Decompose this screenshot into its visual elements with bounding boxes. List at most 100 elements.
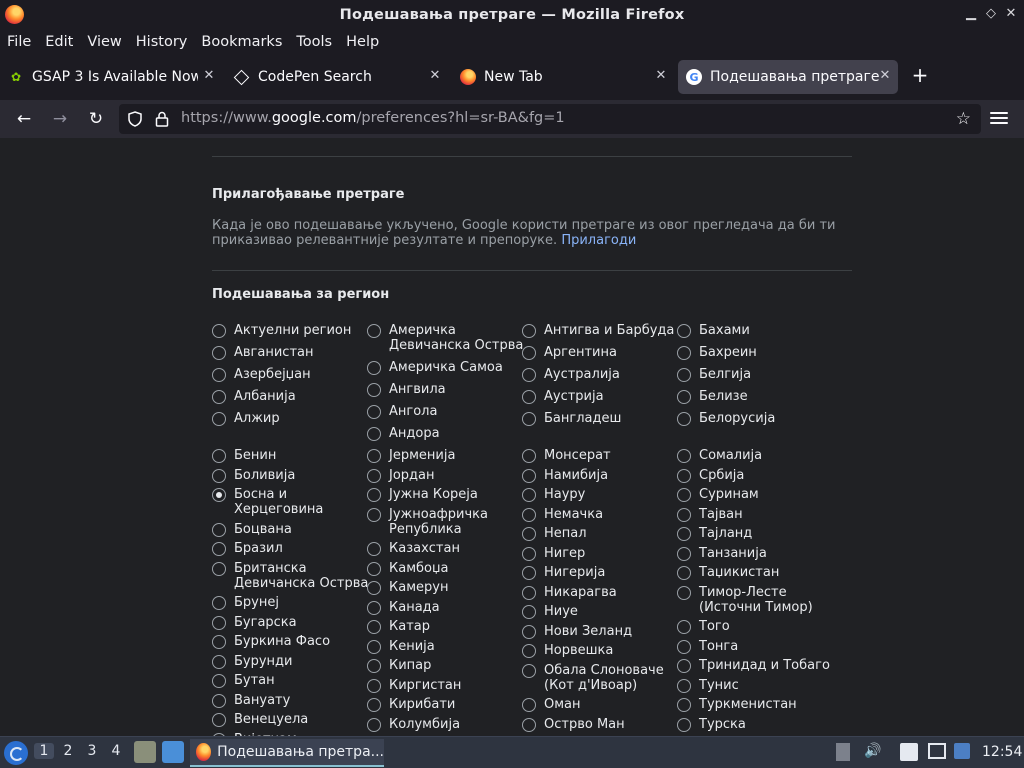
radio-button[interactable] (212, 674, 226, 688)
radio-button[interactable] (212, 449, 226, 463)
region-option[interactable]: Тајланд (677, 526, 752, 541)
reload-button[interactable]: ↻ (85, 108, 107, 130)
workspace-1[interactable]: 1 (34, 743, 54, 759)
region-option[interactable]: Монсерат (522, 448, 611, 463)
region-option[interactable]: Бразил (212, 541, 283, 556)
menu-history[interactable]: History (136, 34, 188, 50)
region-option[interactable]: Колумбија (367, 717, 460, 732)
region-option[interactable]: Албанија (212, 389, 296, 404)
radio-button[interactable] (212, 390, 226, 404)
region-option[interactable]: Боливија (212, 468, 295, 483)
radio-button[interactable] (212, 615, 226, 630)
radio-button[interactable] (677, 678, 691, 693)
region-option[interactable]: Суринам (677, 487, 759, 502)
radio-button[interactable] (677, 390, 691, 404)
radio-button[interactable] (367, 698, 381, 712)
region-option[interactable]: Турска (677, 717, 746, 732)
radio-button[interactable] (677, 468, 691, 483)
region-option[interactable]: Тимор-Лесте (Источни Тимор) (677, 585, 813, 615)
region-option[interactable]: Науру (522, 487, 585, 502)
region-option[interactable]: Авганистан (212, 345, 314, 360)
region-option[interactable]: Бугарска (212, 615, 297, 630)
radio-button[interactable] (677, 324, 691, 338)
region-option[interactable]: Аустралија (522, 367, 620, 382)
radio-button[interactable] (522, 449, 536, 463)
radio-button[interactable] (522, 324, 536, 338)
radio-button[interactable] (367, 488, 381, 502)
region-option[interactable]: Казахстан (367, 541, 460, 556)
region-option[interactable]: Камерун (367, 580, 448, 595)
radio-button[interactable] (677, 639, 691, 654)
region-option[interactable]: Азербејџан (212, 367, 311, 382)
tab-new-tab[interactable]: New Tab ✕ (452, 60, 674, 94)
region-option[interactable]: Буркина Фасо (212, 634, 330, 649)
radio-button[interactable] (212, 488, 226, 502)
region-option[interactable]: Јордан (367, 468, 435, 483)
hamburger-menu-icon[interactable] (990, 109, 1008, 129)
radio-button[interactable] (367, 561, 381, 576)
display-tray-icon[interactable] (928, 743, 946, 759)
menu-bookmarks[interactable]: Bookmarks (201, 34, 282, 50)
region-option[interactable]: Никарагва (522, 585, 617, 600)
region-option[interactable]: Бахами (677, 323, 750, 338)
radio-button[interactable] (212, 561, 226, 576)
region-option[interactable]: Боцвана (212, 522, 292, 537)
menu-edit[interactable]: Edit (45, 34, 73, 50)
radio-button[interactable] (522, 644, 536, 658)
menu-help[interactable]: Help (346, 34, 379, 50)
radio-button[interactable] (677, 488, 691, 502)
region-option[interactable]: Бангладеш (522, 411, 621, 426)
radio-button[interactable] (522, 488, 536, 502)
region-option[interactable]: Таџикистан (677, 565, 779, 580)
url-text[interactable]: https://www.google.com/preferences?hl=sr… (181, 110, 565, 126)
radio-button[interactable] (212, 542, 226, 556)
region-option[interactable]: Босна и Херцеговина (212, 487, 323, 517)
radio-button[interactable] (367, 600, 381, 615)
radio-button[interactable] (677, 566, 691, 580)
radio-button[interactable] (367, 581, 381, 595)
region-option[interactable]: Јужна Кореја (367, 487, 478, 502)
radio-button[interactable] (212, 412, 226, 426)
region-option[interactable]: Тонга (677, 639, 738, 654)
menu-view[interactable]: View (87, 34, 121, 50)
taskbar-firefox-task[interactable]: Подешавања претра... (190, 739, 384, 767)
region-option[interactable]: Андора (367, 426, 440, 441)
region-option[interactable]: Острво Ман (522, 717, 625, 732)
radio-button[interactable] (212, 635, 226, 649)
workspace-2[interactable]: 2 (58, 743, 78, 759)
workspace-3[interactable]: 3 (82, 743, 102, 759)
radio-button[interactable] (367, 383, 381, 397)
radio-button[interactable] (212, 368, 226, 382)
region-option[interactable]: Бутан (212, 673, 275, 688)
workspace-4[interactable]: 4 (106, 743, 126, 759)
radio-button[interactable] (212, 522, 226, 537)
close-tab-icon[interactable]: ✕ (878, 68, 892, 83)
radio-button[interactable] (367, 542, 381, 556)
shield-icon[interactable] (126, 110, 144, 128)
region-option[interactable]: Америчка Самоа (367, 360, 503, 375)
bookmark-star-icon[interactable]: ☆ (956, 109, 971, 129)
radio-button[interactable] (212, 693, 226, 708)
radio-button[interactable] (212, 324, 226, 338)
radio-button[interactable] (522, 663, 536, 678)
radio-button[interactable] (677, 698, 691, 712)
radio-button[interactable] (367, 468, 381, 483)
radio-button[interactable] (522, 566, 536, 580)
region-option[interactable]: Антигва и Барбуда (522, 323, 674, 338)
region-option[interactable]: Обала Слоноваче (Кот д'Ивоар) (522, 663, 664, 693)
radio-button[interactable] (212, 596, 226, 610)
radio-button[interactable] (367, 405, 381, 419)
region-option[interactable]: Камбоџа (367, 561, 448, 576)
volume-icon[interactable]: 🔊 (864, 743, 881, 759)
region-option[interactable]: Кенија (367, 639, 435, 654)
radio-button[interactable] (522, 368, 536, 382)
region-option[interactable]: Брунеј (212, 595, 279, 610)
new-tab-button[interactable]: + (910, 63, 930, 87)
radio-button[interactable] (522, 390, 536, 404)
tab-gsap[interactable]: ✿ GSAP 3 Is Available Now! ✕ (0, 60, 222, 94)
radio-button[interactable] (522, 468, 536, 483)
region-option[interactable]: Тринидад и Тобаго (677, 658, 830, 673)
radio-button[interactable] (367, 717, 381, 732)
restore-button[interactable]: ◇ (983, 6, 999, 21)
region-option[interactable]: Нигер (522, 546, 585, 561)
